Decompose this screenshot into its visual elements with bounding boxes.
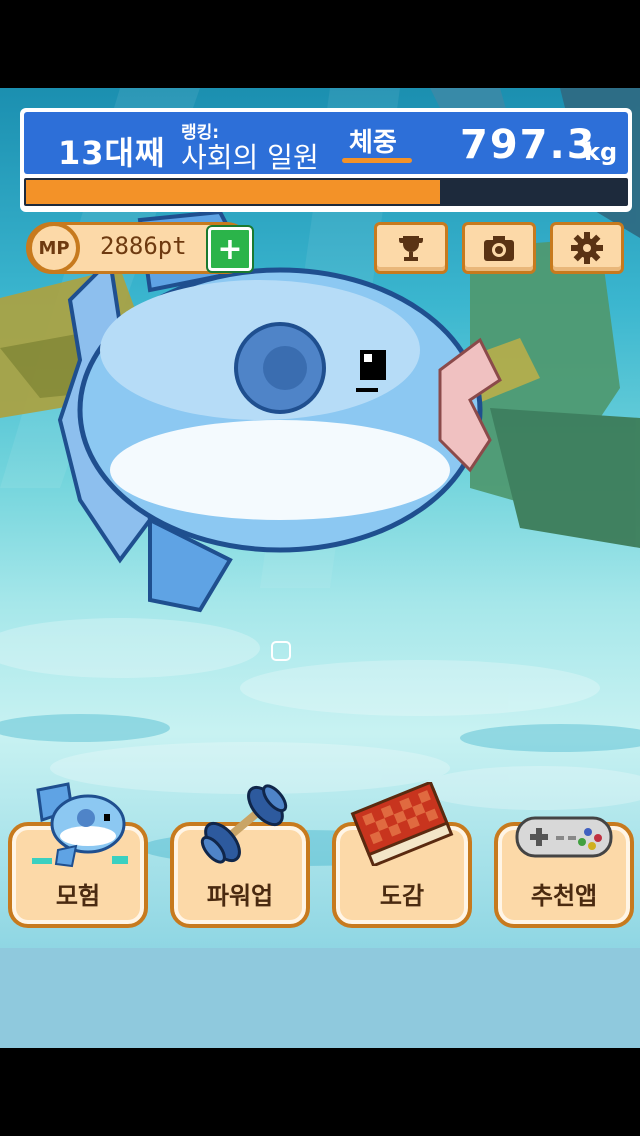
status-info: 13대째 랭킹: 사회의 일원 체중 797.3 kg bbox=[24, 112, 628, 174]
weight-underline bbox=[342, 158, 412, 163]
weight-value: 797.3 bbox=[460, 122, 597, 168]
recommended-apps-label: 추천앱 bbox=[530, 882, 598, 910]
settings-button[interactable] bbox=[550, 222, 624, 274]
weight-label: 체중 bbox=[349, 128, 397, 158]
sunfish-icon bbox=[32, 782, 128, 868]
gamepad-icon bbox=[515, 816, 613, 858]
add-mp-button[interactable]: + bbox=[208, 227, 252, 271]
weight-unit: kg bbox=[584, 138, 618, 166]
growth-progress-fill bbox=[26, 180, 440, 204]
adventure-label: 모험 bbox=[55, 882, 101, 910]
gear-icon bbox=[571, 232, 603, 264]
camera-icon bbox=[484, 236, 514, 261]
lower-band bbox=[0, 948, 640, 1048]
mp-badge: MP bbox=[28, 222, 80, 274]
growth-progress-bar bbox=[24, 178, 628, 206]
book-icon bbox=[350, 782, 454, 866]
ranking-button[interactable] bbox=[374, 222, 448, 274]
power-up-label: 파워업 bbox=[206, 882, 274, 910]
dumbbell-icon bbox=[200, 784, 288, 864]
generation-count: 13대째 bbox=[58, 134, 166, 172]
status-panel: 13대째 랭킹: 사회의 일원 체중 797.3 kg bbox=[20, 108, 632, 212]
encyclopedia-label: 도감 bbox=[379, 882, 425, 910]
rank-value: 사회의 일원 bbox=[181, 141, 319, 174]
mp-points-value: 2886pt bbox=[100, 232, 187, 260]
bubble bbox=[271, 641, 291, 661]
trophy-icon bbox=[399, 236, 423, 261]
camera-button[interactable] bbox=[462, 222, 536, 274]
